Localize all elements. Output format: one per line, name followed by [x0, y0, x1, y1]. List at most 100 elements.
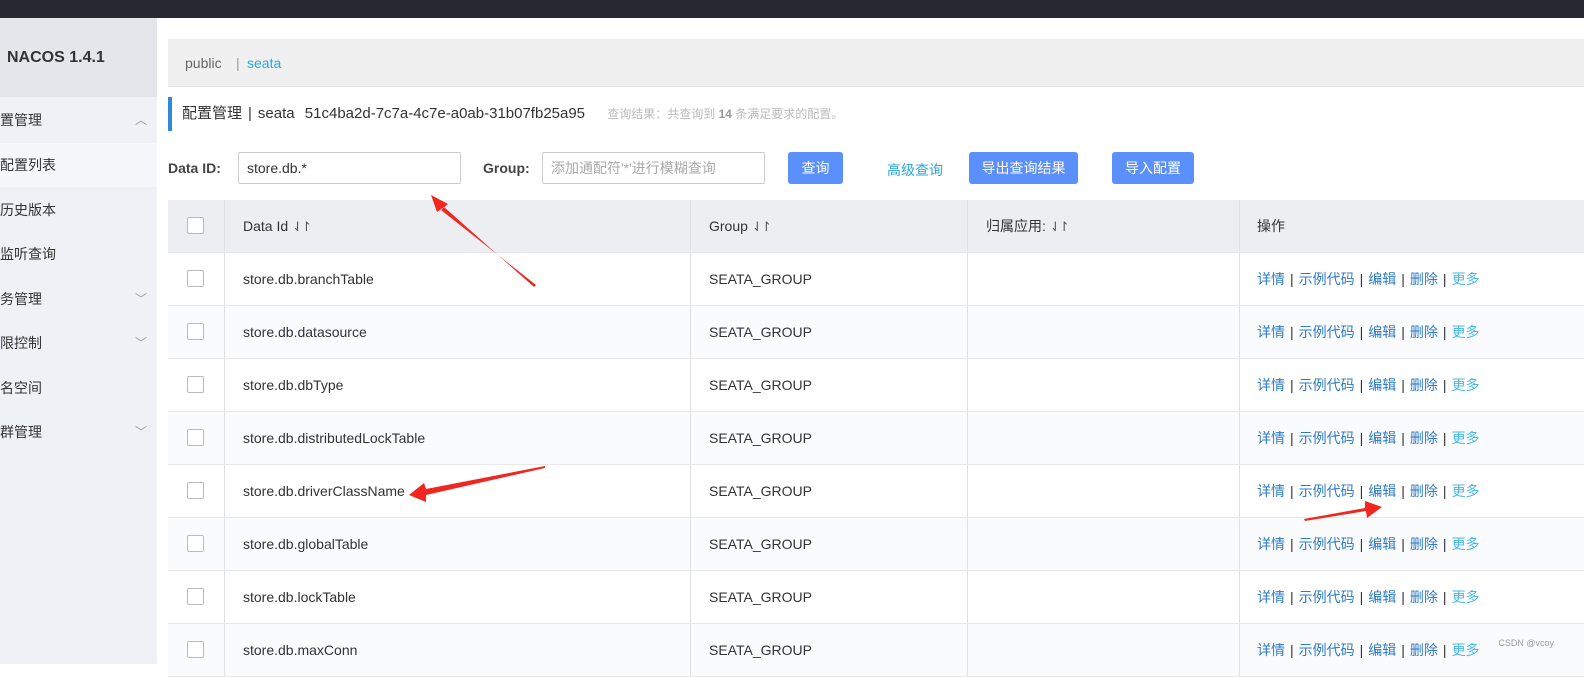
edit-link[interactable]: 编辑 [1368, 271, 1396, 287]
sidebar-item-config-list[interactable]: 配置列表 [0, 143, 157, 187]
delete-link[interactable]: 删除 [1410, 483, 1438, 499]
namespace-separator: | [236, 55, 240, 71]
edit-link[interactable]: 编辑 [1368, 430, 1396, 446]
ops-separator: | [1359, 324, 1364, 340]
sidebar-item-service-management[interactable]: 务管理 ﹀ [0, 277, 157, 321]
sample-code-link[interactable]: 示例代码 [1299, 430, 1355, 446]
import-config-button[interactable]: 导入配置 [1112, 152, 1194, 184]
detail-link[interactable]: 详情 [1257, 271, 1285, 287]
sample-code-link[interactable]: 示例代码 [1299, 642, 1355, 658]
more-link[interactable]: 更多 [1452, 589, 1480, 605]
sidebar-item-history[interactable]: 历史版本 [0, 188, 157, 232]
ops-separator: | [1442, 271, 1447, 287]
more-link[interactable]: 更多 [1452, 324, 1480, 340]
sample-code-link[interactable]: 示例代码 [1299, 483, 1355, 499]
sidebar-item-cluster-management[interactable]: 群管理 ﹀ [0, 410, 157, 454]
table-body: store.db.branchTable SEATA_GROUP 详情 | 示例代码 | 编… [168, 253, 1584, 677]
data-id-input[interactable] [238, 152, 461, 184]
ops-cell: 详情 | 示例代码 | 编辑 | 删除 | 更多 [1239, 306, 1584, 358]
row-select-cell [168, 518, 224, 570]
column-header-group[interactable]: Group ⇃↾ [690, 200, 967, 252]
row-select-cell [168, 571, 224, 623]
edit-link[interactable]: 编辑 [1368, 377, 1396, 393]
detail-link[interactable]: 详情 [1257, 324, 1285, 340]
sample-code-link[interactable]: 示例代码 [1299, 536, 1355, 552]
detail-link[interactable]: 详情 [1257, 642, 1285, 658]
more-link[interactable]: 更多 [1452, 271, 1480, 287]
sort-icon[interactable]: ⇃↾ [292, 219, 312, 234]
detail-link[interactable]: 详情 [1257, 430, 1285, 446]
result-count: 14 [718, 107, 732, 121]
column-header-app[interactable]: 归属应用: ⇃↾ [967, 200, 1239, 252]
sidebar: NACOS 1.4.1 置管理 ︿ 配置列表 历史版本 监听查询 务管理 ﹀ 限… [0, 18, 157, 664]
sample-code-link[interactable]: 示例代码 [1299, 589, 1355, 605]
column-label: Data Id [243, 218, 289, 234]
edit-link[interactable]: 编辑 [1368, 324, 1396, 340]
sample-code-link[interactable]: 示例代码 [1299, 377, 1355, 393]
group-input[interactable] [542, 152, 765, 184]
row-checkbox[interactable] [187, 535, 204, 552]
delete-link[interactable]: 删除 [1410, 377, 1438, 393]
edit-link[interactable]: 编辑 [1368, 483, 1396, 499]
more-link[interactable]: 更多 [1452, 483, 1480, 499]
ops-separator: | [1359, 589, 1364, 605]
delete-link[interactable]: 删除 [1410, 642, 1438, 658]
sidebar-item-namespace[interactable]: 名空间 [0, 366, 157, 410]
more-link[interactable]: 更多 [1452, 536, 1480, 552]
edit-link[interactable]: 编辑 [1368, 589, 1396, 605]
namespace-public[interactable]: public [185, 55, 222, 71]
row-checkbox[interactable] [187, 588, 204, 605]
select-all-checkbox[interactable] [187, 217, 204, 234]
sidebar-item-listener-query[interactable]: 监听查询 [0, 232, 157, 276]
edit-link[interactable]: 编辑 [1368, 536, 1396, 552]
row-checkbox[interactable] [187, 641, 204, 658]
app-cell [967, 306, 1239, 358]
sidebar-item-config-management[interactable]: 置管理 ︿ [0, 98, 157, 142]
detail-link[interactable]: 详情 [1257, 589, 1285, 605]
row-checkbox[interactable] [187, 482, 204, 499]
namespace-seata[interactable]: seata [247, 55, 281, 71]
delete-link[interactable]: 删除 [1410, 430, 1438, 446]
delete-link[interactable]: 删除 [1410, 589, 1438, 605]
delete-link[interactable]: 删除 [1410, 271, 1438, 287]
sort-icon[interactable]: ⇃↾ [1050, 219, 1070, 234]
detail-link[interactable]: 详情 [1257, 483, 1285, 499]
namespace-name: seata [257, 105, 295, 122]
ops-cell: 详情 | 示例代码 | 编辑 | 删除 | 更多 [1239, 253, 1584, 305]
data-id-cell: store.db.branchTable [224, 253, 690, 305]
sample-code-link[interactable]: 示例代码 [1299, 324, 1355, 340]
sample-code-link[interactable]: 示例代码 [1299, 271, 1355, 287]
edit-link[interactable]: 编辑 [1368, 642, 1396, 658]
row-checkbox[interactable] [187, 270, 204, 287]
detail-link[interactable]: 详情 [1257, 536, 1285, 552]
row-checkbox[interactable] [187, 429, 204, 446]
more-link[interactable]: 更多 [1452, 377, 1480, 393]
more-link[interactable]: 更多 [1452, 430, 1480, 446]
ops-separator: | [1442, 377, 1447, 393]
export-results-button[interactable]: 导出查询结果 [969, 152, 1078, 184]
delete-link[interactable]: 删除 [1410, 536, 1438, 552]
ops-separator: | [1359, 483, 1364, 499]
sort-icon[interactable]: ⇃↾ [752, 219, 772, 234]
advanced-query-link[interactable]: 高级查询 [887, 160, 943, 180]
column-header-data-id[interactable]: Data Id ⇃↾ [224, 200, 690, 252]
row-select-cell [168, 253, 224, 305]
sidebar-item-label: 限控制 [0, 335, 42, 351]
detail-link[interactable]: 详情 [1257, 377, 1285, 393]
row-select-cell [168, 359, 224, 411]
ops-separator: | [1290, 324, 1294, 340]
query-button[interactable]: 查询 [788, 152, 843, 184]
more-link[interactable]: 更多 [1452, 642, 1480, 658]
ops-separator: | [1290, 430, 1294, 446]
ops-separator: | [1401, 271, 1405, 287]
row-checkbox[interactable] [187, 323, 204, 340]
table-row: store.db.globalTable SEATA_GROUP 详情 | 示例代码 | 编… [168, 518, 1584, 571]
namespace-id: 51c4ba2d-7c7a-4c7e-a0ab-31b07fb25a95 [304, 105, 586, 122]
chevron-down-icon: ﹀ [134, 425, 147, 439]
delete-link[interactable]: 删除 [1410, 324, 1438, 340]
ops-separator: | [1401, 589, 1405, 605]
row-checkbox[interactable] [187, 376, 204, 393]
sidebar-item-access-control[interactable]: 限控制 ﹀ [0, 321, 157, 365]
result-prefix: 查询结果：共查询到 [607, 107, 716, 121]
table-row: store.db.dbType SEATA_GROUP 详情 | 示例代码 | 编辑 | 删除 |… [168, 359, 1584, 412]
